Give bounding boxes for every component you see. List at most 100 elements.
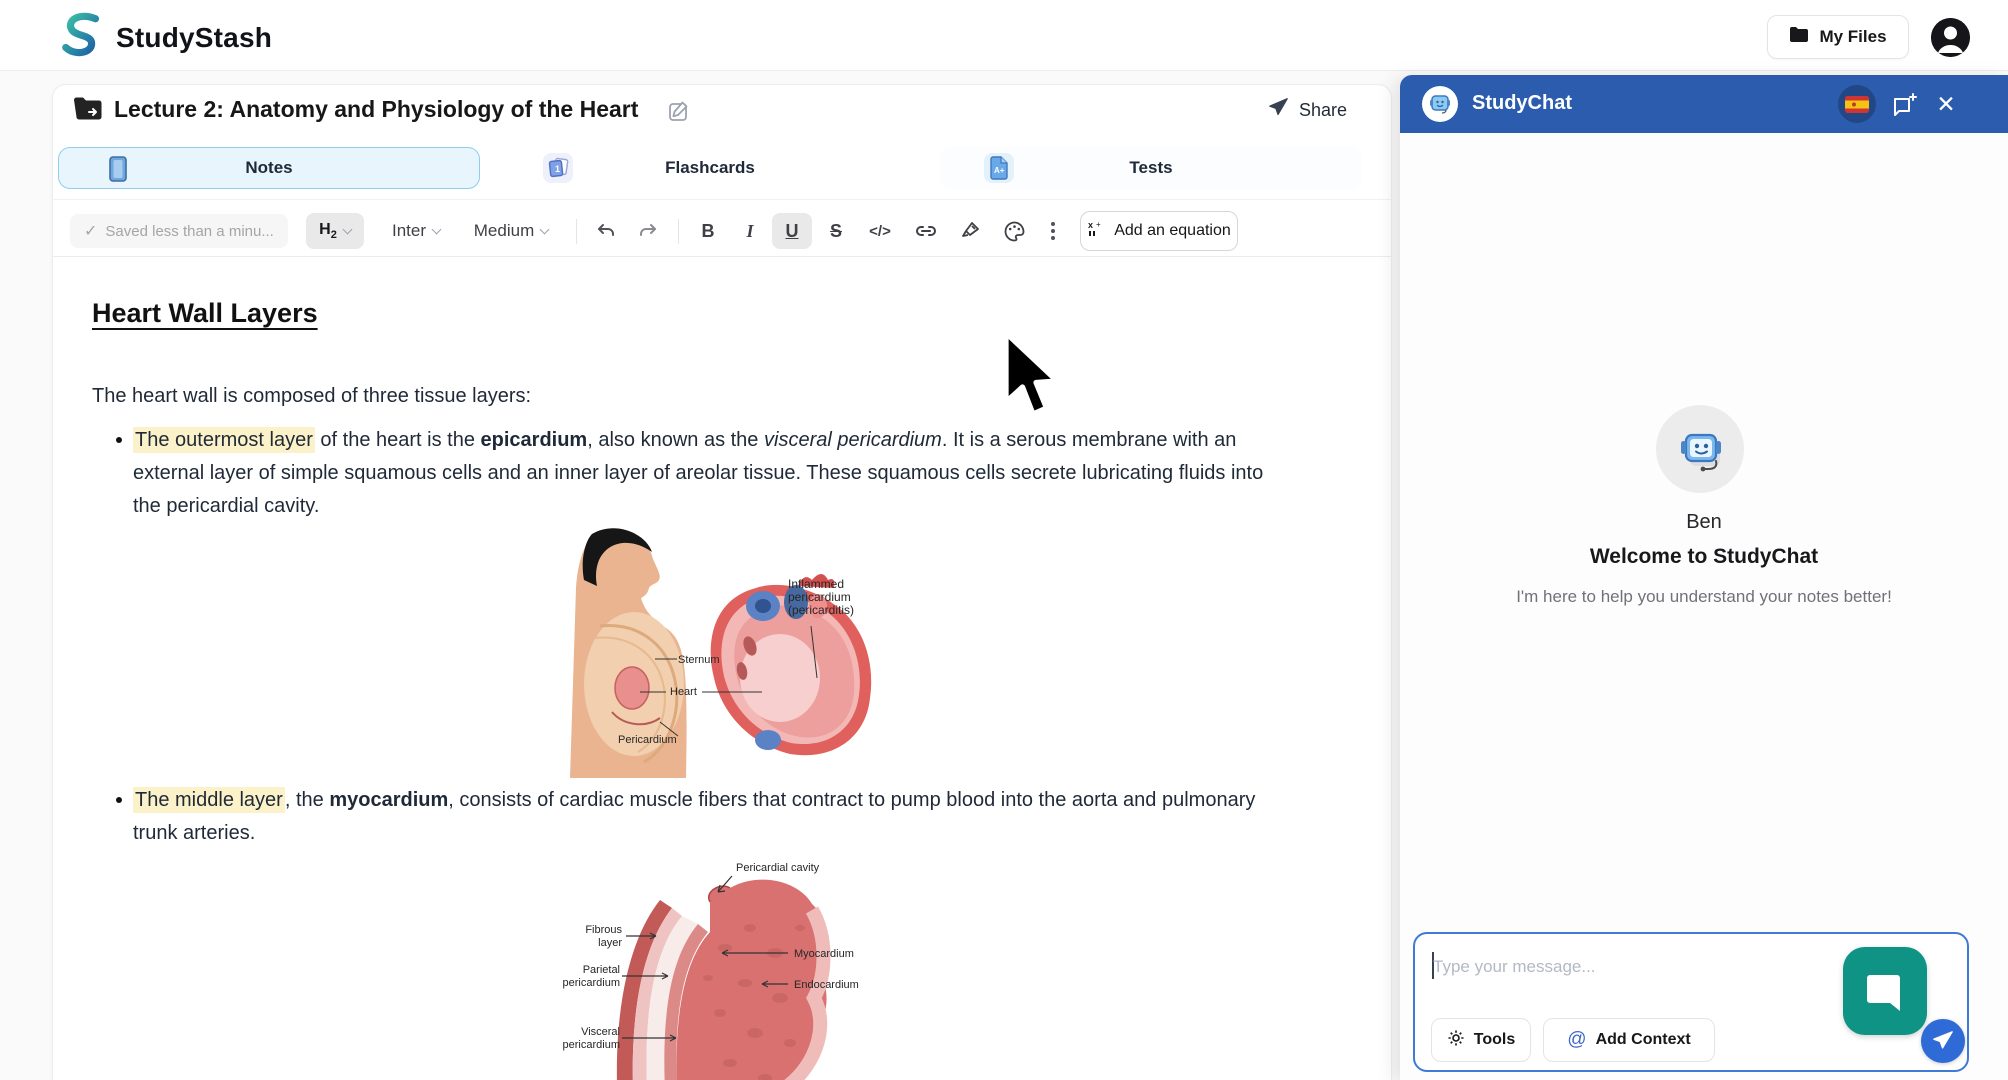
heart-wall-layers-figure[interactable]: Pericardial cavity Fibrous layer Parieta…	[560, 858, 908, 1080]
toolbar-separator	[678, 219, 679, 244]
intro-paragraph: The heart wall is composed of three tiss…	[92, 385, 531, 408]
new-chat-icon[interactable]	[1889, 91, 1919, 119]
bullet-text: , the	[285, 789, 329, 811]
studystash-logo[interactable]: StudyStash	[60, 12, 272, 63]
underline-button[interactable]: U	[772, 213, 812, 249]
highlighted-text: The middle layer	[133, 787, 285, 813]
font-size-dropdown[interactable]: Medium	[462, 213, 560, 249]
message-input[interactable]	[1433, 950, 1813, 984]
bullet-dot	[116, 797, 122, 803]
highlighter-pen-icon[interactable]	[950, 213, 990, 249]
studychat-panel: StudyChat ✕	[1400, 75, 2008, 1080]
chevron-down-icon	[432, 224, 442, 234]
figure-label-pericardial-cavity: Pericardial cavity	[736, 862, 819, 875]
toolbar-separator	[576, 219, 577, 244]
gear-icon	[1447, 1029, 1465, 1052]
svg-text:+: +	[1096, 220, 1101, 229]
figure-label-fibrous-layer: Fibrous layer	[578, 924, 622, 950]
add-context-label: Add Context	[1596, 1031, 1691, 1049]
my-files-label: My Files	[1819, 27, 1886, 47]
svg-text:x: x	[1088, 220, 1093, 230]
code-button[interactable]: </>	[858, 213, 902, 249]
bold-button[interactable]: B	[688, 213, 728, 249]
add-equation-button[interactable]: x+ Add an equation	[1080, 211, 1238, 251]
tools-button[interactable]: Tools	[1431, 1018, 1531, 1062]
chat-welcome-title: Welcome to StudyChat	[1400, 545, 2008, 569]
tab-notes-label: Notes	[59, 158, 479, 178]
user-avatar[interactable]	[1931, 18, 1970, 57]
figure-label-endocardium: Endocardium	[794, 979, 859, 992]
mouse-cursor	[1000, 330, 1066, 431]
folder-icon	[1789, 26, 1809, 48]
toolbar-divider	[53, 256, 1391, 257]
share-label: Share	[1299, 100, 1347, 121]
bold-term: epicardium	[481, 429, 588, 451]
studystash-logo-icon	[60, 12, 106, 63]
figure-label-heart: Heart	[670, 686, 697, 699]
highlighted-text: The outermost layer	[133, 427, 315, 453]
document-title: Lecture 2: Anatomy and Physiology of the…	[114, 96, 638, 123]
share-paper-plane-icon	[1268, 97, 1289, 123]
bullet-myocardium: The middle layer, the myocardium, consis…	[100, 784, 1278, 850]
tab-tests[interactable]: A+ Tests	[940, 147, 1362, 189]
app-window: StudyStash My Files Lecture 2: Anatomy a…	[0, 0, 2008, 1080]
font-family-dropdown[interactable]: Inter	[378, 213, 454, 249]
italic-term: visceral pericardium	[764, 429, 942, 451]
strikethrough-button[interactable]: S	[816, 213, 856, 249]
redo-button[interactable]	[628, 213, 668, 249]
chevron-down-icon	[342, 224, 352, 234]
send-button[interactable]	[1921, 1019, 1965, 1063]
undo-button[interactable]	[586, 213, 626, 249]
pericarditis-illustration	[560, 526, 905, 778]
top-navigation-bar: StudyStash My Files	[0, 0, 2008, 71]
tabs-divider	[53, 199, 1391, 200]
pericarditis-figure[interactable]: Sternum Heart Pericardium Inflammed peri…	[560, 526, 905, 778]
section-heading: Heart Wall Layers	[92, 298, 318, 329]
save-status-text: Saved less than a minu...	[105, 223, 273, 240]
tab-tests-label: Tests	[940, 158, 1362, 178]
tab-flashcards-label: Flashcards	[499, 158, 921, 178]
close-icon[interactable]: ✕	[1932, 90, 1960, 118]
bold-term: myocardium	[329, 789, 448, 811]
bullet-epicardium: The outermost layer of the heart is the …	[100, 424, 1278, 523]
chat-bubble-icon	[1864, 971, 1906, 1011]
italic-button[interactable]: I	[730, 213, 770, 249]
figure-label-inflamed-pericardium: Inflammed pericardium (pericarditis)	[788, 578, 874, 617]
equation-icon: x+	[1087, 220, 1105, 243]
chat-agent-name: Ben	[1400, 511, 2008, 534]
share-button[interactable]: Share	[1252, 90, 1363, 130]
chat-agent-avatar	[1656, 405, 1744, 493]
bullet-text: of the heart is the	[315, 429, 481, 451]
brand-name: StudyStash	[116, 22, 272, 54]
folder-export-icon[interactable]	[72, 95, 104, 128]
tools-label: Tools	[1474, 1031, 1515, 1049]
link-button[interactable]	[906, 213, 946, 249]
tab-flashcards[interactable]: 1 Flashcards	[499, 147, 921, 189]
send-paper-plane-icon	[1932, 1030, 1954, 1052]
studychat-title: StudyChat	[1472, 92, 1572, 115]
chat-welcome-subtitle: I'm here to help you understand your not…	[1400, 587, 2008, 607]
edit-title-icon[interactable]	[668, 100, 690, 127]
heading-style-dropdown[interactable]: H2	[306, 213, 364, 249]
add-equation-label: Add an equation	[1114, 222, 1231, 240]
language-flag-icon[interactable]	[1838, 85, 1876, 123]
studychat-header: StudyChat ✕	[1400, 75, 2008, 133]
my-files-button[interactable]: My Files	[1767, 15, 1909, 59]
chevron-down-icon	[540, 224, 550, 234]
tab-notes[interactable]: Notes	[58, 147, 480, 189]
figure-label-sternum: Sternum	[678, 654, 720, 667]
color-palette-icon[interactable]	[994, 213, 1034, 249]
bullet-dot	[116, 437, 122, 443]
studychat-bot-icon	[1422, 86, 1458, 122]
more-options-icon[interactable]	[1038, 213, 1068, 249]
save-status: ✓ Saved less than a minu...	[70, 214, 288, 248]
figure-label-myocardium: Myocardium	[794, 948, 854, 961]
at-icon: @	[1567, 1029, 1586, 1051]
figure-label-pericardium: Pericardium	[618, 734, 677, 747]
chat-widget-button[interactable]	[1843, 947, 1927, 1035]
figure-label-parietal-pericardium: Parietal pericardium	[562, 964, 620, 990]
figure-label-visceral-pericardium: Visceral pericardium	[562, 1026, 620, 1052]
check-icon: ✓	[84, 221, 97, 241]
add-context-button[interactable]: @ Add Context	[1543, 1018, 1715, 1062]
bullet-text: , also known as the	[587, 429, 764, 451]
